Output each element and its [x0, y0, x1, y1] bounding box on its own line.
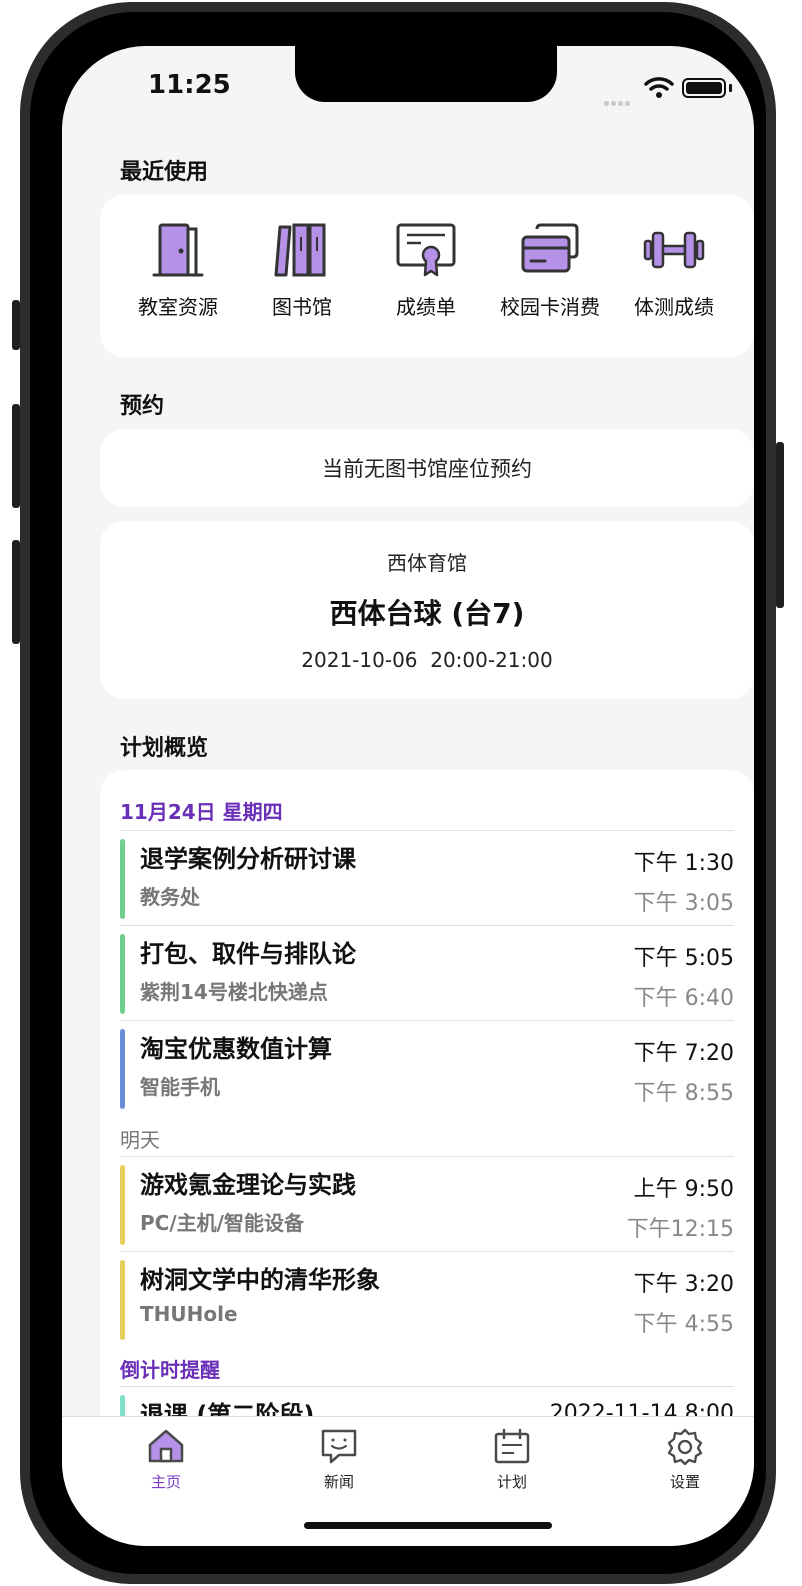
today-date-label: 11月24日 星期四: [120, 800, 283, 824]
plan-item-location: 教务处: [140, 885, 200, 909]
venue-name: 西体育馆: [387, 551, 467, 575]
books-icon: [274, 223, 326, 277]
recent-item-transcript[interactable]: 成绩单: [364, 221, 488, 320]
plan-item-start: 下午 1:30: [633, 851, 734, 876]
reservation-name: 西体台球 (台7): [329, 597, 525, 630]
reservation-section-title: 预约: [120, 394, 165, 419]
volume-up-button: [12, 404, 20, 508]
category-color-bar: [120, 934, 125, 1014]
category-color-bar: [120, 1260, 125, 1340]
tab-settings[interactable]: 设置: [635, 1427, 735, 1492]
plan-item-start: 上午 9:50: [633, 1177, 734, 1202]
chat-bubble-icon: [321, 1429, 357, 1464]
recent-item-campus-card[interactable]: 校园卡消费: [488, 221, 612, 320]
reservation-datetime: 2021-10-06 20:00-21:00: [301, 648, 553, 672]
plan-item[interactable]: 游戏氪金理论与实践 PC/主机/智能设备 上午 9:50 下午12:15: [120, 1156, 734, 1251]
cards-icon: [521, 223, 579, 273]
library-reservation-card[interactable]: 当前无图书馆座位预约: [100, 429, 754, 507]
certificate-icon: [396, 223, 456, 277]
volume-down-button: [12, 540, 20, 644]
plan-item-title: 游戏氪金理论与实践: [140, 1171, 356, 1199]
category-color-bar: [120, 1165, 125, 1245]
tab-label: 新闻: [323, 1473, 354, 1491]
recent-item-label: 教室资源: [138, 295, 218, 319]
plan-item-title: 退学案例分析研讨课: [140, 845, 356, 873]
door-icon: [152, 223, 204, 277]
tab-news[interactable]: 新闻: [289, 1427, 389, 1492]
plan-item-location: PC/主机/智能设备: [140, 1211, 304, 1235]
plan-item[interactable]: 退学案例分析研讨课 教务处 下午 1:30 下午 3:05: [120, 830, 734, 925]
plan-item-title: 打包、取件与排队论: [140, 940, 356, 968]
sports-reservation-card[interactable]: 西体育馆 西体台球 (台7) 2021-10-06 20:00-21:00: [100, 521, 754, 699]
recent-item-label: 校园卡消费: [500, 295, 600, 319]
countdown-label: 倒计时提醒: [120, 1358, 220, 1382]
power-button: [776, 442, 784, 608]
status-time: 11:25: [148, 70, 231, 100]
plan-item-end: 下午 3:05: [633, 891, 734, 916]
recent-item-label: 体测成绩: [634, 295, 714, 319]
plan-item-start: 下午 3:20: [633, 1272, 734, 1297]
plan-item-location: 智能手机: [140, 1075, 220, 1099]
plan-item[interactable]: 打包、取件与排队论 紫荆14号楼北快递点 下午 5:05 下午 6:40: [120, 925, 734, 1020]
plan-item-start: 下午 5:05: [633, 946, 734, 971]
plan-item-location: THUHole: [140, 1302, 238, 1326]
plan-item[interactable]: 树洞文学中的清华形象 THUHole 下午 3:20 下午 4:55: [120, 1251, 734, 1346]
recent-item-classroom[interactable]: 教室资源: [116, 221, 240, 320]
tab-label: 设置: [669, 1473, 700, 1491]
mute-switch: [12, 300, 20, 350]
cellular-signal-icon: [604, 91, 632, 110]
tab-label: 计划: [496, 1473, 527, 1491]
phone-frame: 11:25 最近使用 教室资源 图书馆 成绩单 校园卡消费 体测成绩 预约 当前…: [12, 2, 784, 1584]
library-empty-text: 当前无图书馆座位预约: [322, 457, 532, 481]
tab-home[interactable]: 主页: [116, 1427, 216, 1492]
wifi-icon: [644, 77, 674, 98]
plan-section-title: 计划概览: [120, 736, 209, 761]
plan-item-end: 下午12:15: [626, 1217, 734, 1242]
recent-item-label: 成绩单: [396, 295, 456, 319]
home-indicator[interactable]: [304, 1522, 552, 1529]
plan-item-start: 下午 7:20: [633, 1041, 734, 1066]
recent-section-title: 最近使用: [120, 160, 209, 185]
plan-item-end: 下午 6:40: [633, 986, 734, 1011]
tab-label: 主页: [150, 1473, 181, 1491]
tomorrow-label: 明天: [120, 1128, 160, 1152]
calendar-icon: [494, 1428, 530, 1464]
screen: 11:25 最近使用 教室资源 图书馆 成绩单 校园卡消费 体测成绩 预约 当前…: [62, 46, 754, 1546]
category-color-bar: [120, 1029, 125, 1109]
plan-item-title: 淘宝优惠数值计算: [140, 1035, 332, 1063]
notch: [295, 46, 557, 102]
plan-item-end: 下午 4:55: [633, 1312, 734, 1337]
plan-item-end: 下午 8:55: [633, 1081, 734, 1106]
battery-icon: [682, 78, 732, 98]
plan-card: 11月24日 星期四 退学案例分析研讨课 教务处 下午 1:30 下午 3:05…: [100, 770, 754, 1475]
category-color-bar: [120, 839, 125, 919]
tab-plan[interactable]: 计划: [462, 1427, 562, 1492]
phone-bezel: 11:25 最近使用 教室资源 图书馆 成绩单 校园卡消费 体测成绩 预约 当前…: [30, 12, 766, 1574]
plan-item[interactable]: 淘宝优惠数值计算 智能手机 下午 7:20 下午 8:55: [120, 1020, 734, 1115]
gear-icon: [667, 1428, 703, 1465]
recent-card: 教室资源 图书馆 成绩单 校园卡消费 体测成绩: [100, 195, 754, 357]
recent-item-library[interactable]: 图书馆: [240, 221, 364, 320]
house-icon: [148, 1429, 184, 1463]
recent-item-fitness[interactable]: 体测成绩: [612, 221, 736, 320]
plan-item-location: 紫荆14号楼北快递点: [140, 980, 328, 1004]
recent-item-label: 图书馆: [272, 295, 332, 319]
plan-item-title: 树洞文学中的清华形象: [140, 1266, 380, 1294]
dumbbell-icon: [643, 231, 705, 269]
